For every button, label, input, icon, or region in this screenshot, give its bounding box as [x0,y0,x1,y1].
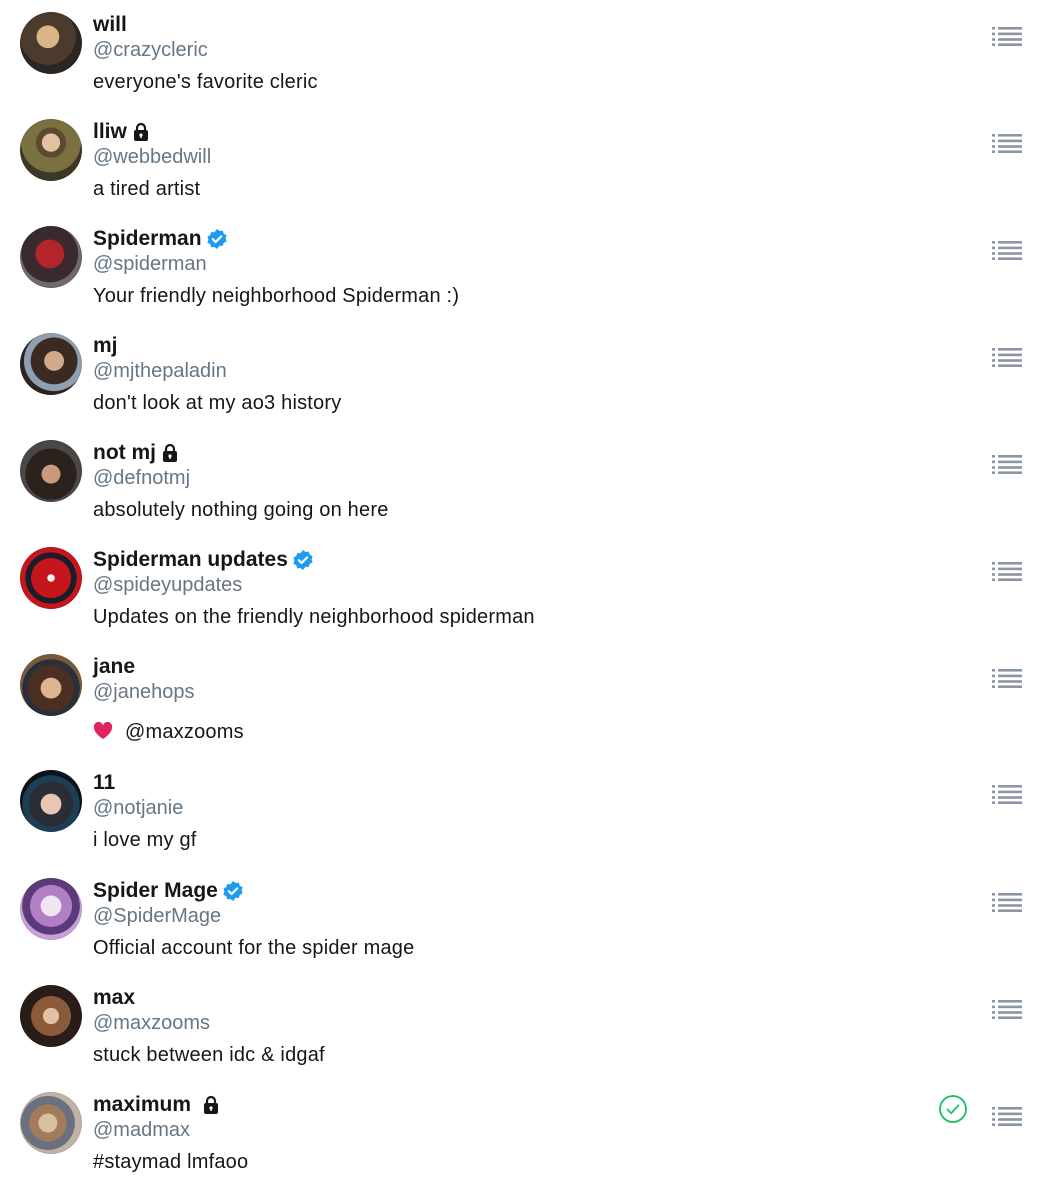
display-name: 11 [93,771,116,794]
check-circle-icon[interactable] [938,1094,968,1124]
list-icon[interactable] [992,26,1022,46]
avatar[interactable] [20,547,82,609]
name-line: max [93,985,135,1011]
list-icon[interactable] [992,454,1022,474]
name-line: 11 [93,770,115,796]
list-icon[interactable] [992,892,1022,912]
avatar[interactable] [20,770,82,832]
name-line: jane [93,654,135,680]
list-icon[interactable] [992,240,1022,260]
name-line: Spiderman [93,226,228,252]
lock-icon [201,1094,221,1116]
display-name: maximum [93,1093,192,1116]
bio-text: don't look at my ao3 history [93,392,342,414]
username-handle: @mjthepaladin [93,360,227,382]
list-item[interactable]: Spider Mage @SpiderMage Official account… [0,866,1046,973]
list-item[interactable]: mj @mjthepaladin don't look at my ao3 hi… [0,321,1046,428]
avatar[interactable] [20,440,82,502]
verified-badge-icon [292,549,314,571]
username-handle: @janehops [93,681,195,703]
bio-text: Updates on the friendly neighborhood spi… [93,606,535,628]
avatar[interactable] [20,1092,82,1154]
avatar[interactable] [20,878,82,940]
list-item[interactable]: max @maxzooms stuck between idc & idgaf [0,973,1046,1080]
list-icon[interactable] [992,133,1022,153]
display-name: lliw [93,120,127,143]
bio-text: #staymad lmfaoo [93,1151,249,1173]
avatar[interactable] [20,654,82,716]
list-icon[interactable] [992,784,1022,804]
username-handle: @defnotmj [93,467,191,489]
list-item[interactable]: not mj @defnotmj absolutely nothing goin… [0,428,1046,535]
list-icon[interactable] [992,347,1022,367]
bio-text: everyone's favorite cleric [93,71,318,93]
name-line: not mj [93,440,180,466]
username-handle: @madmax [93,1119,190,1141]
name-line: will [93,12,127,38]
list-item[interactable]: jane @janehops @maxzooms [0,642,1046,749]
name-line: mj [93,333,118,359]
list-item[interactable]: lliw @webbedwill a tired artist [0,107,1046,214]
bio-text: stuck between idc & idgaf [93,1044,325,1066]
verified-badge-icon [222,880,244,902]
bio-mention[interactable]: @maxzooms [125,721,244,743]
bio-text: absolutely nothing going on here [93,499,389,521]
avatar[interactable] [20,119,82,181]
avatar[interactable] [20,226,82,288]
list-item[interactable]: maximum @madmax #staymad lmfaoo [0,1080,1046,1187]
bio-text: a tired artist [93,178,201,200]
list-icon[interactable] [992,561,1022,581]
list-item[interactable]: will @crazycleric everyone's favorite cl… [0,0,1046,107]
display-name: max [93,986,136,1009]
lock-icon [131,121,151,143]
username-handle: @notjanie [93,797,184,819]
display-name: jane [93,655,136,678]
username-handle: @maxzooms [93,1012,210,1034]
avatar[interactable] [20,333,82,395]
username-handle: @webbedwill [93,146,212,168]
list-item[interactable]: Spiderman updates @spideyupdates Updates… [0,535,1046,642]
bio-text: Official account for the spider mage [93,937,415,959]
display-name: Spider Mage [93,879,218,902]
bio-text: i love my gf [93,829,197,851]
list-icon[interactable] [992,668,1022,688]
list-icon[interactable] [992,1106,1022,1126]
username-handle: @spiderman [93,253,207,275]
lock-icon [160,442,180,464]
username-handle: @crazycleric [93,39,208,61]
bio-text: Your friendly neighborhood Spiderman :) [93,285,460,307]
name-line: maximum [93,1092,221,1118]
display-name: Spiderman updates [93,548,288,571]
display-name: Spiderman [93,227,202,250]
verified-badge-icon [206,228,228,250]
avatar[interactable] [20,985,82,1047]
heart-icon [93,721,115,747]
name-line: lliw [93,119,151,145]
username-handle: @spideyupdates [93,574,243,596]
name-line: Spider Mage [93,878,244,904]
avatar[interactable] [20,12,82,74]
list-item[interactable]: Spiderman @spiderman Your friendly neigh… [0,214,1046,321]
username-handle: @SpiderMage [93,905,222,927]
bio-text: @maxzooms [93,719,244,747]
list-icon[interactable] [992,999,1022,1019]
list-item[interactable]: 11 @notjanie i love my gf [0,758,1046,865]
display-name: will [93,13,127,36]
name-line: Spiderman updates [93,547,314,573]
display-name: not mj [93,441,156,464]
display-name: mj [93,334,118,357]
